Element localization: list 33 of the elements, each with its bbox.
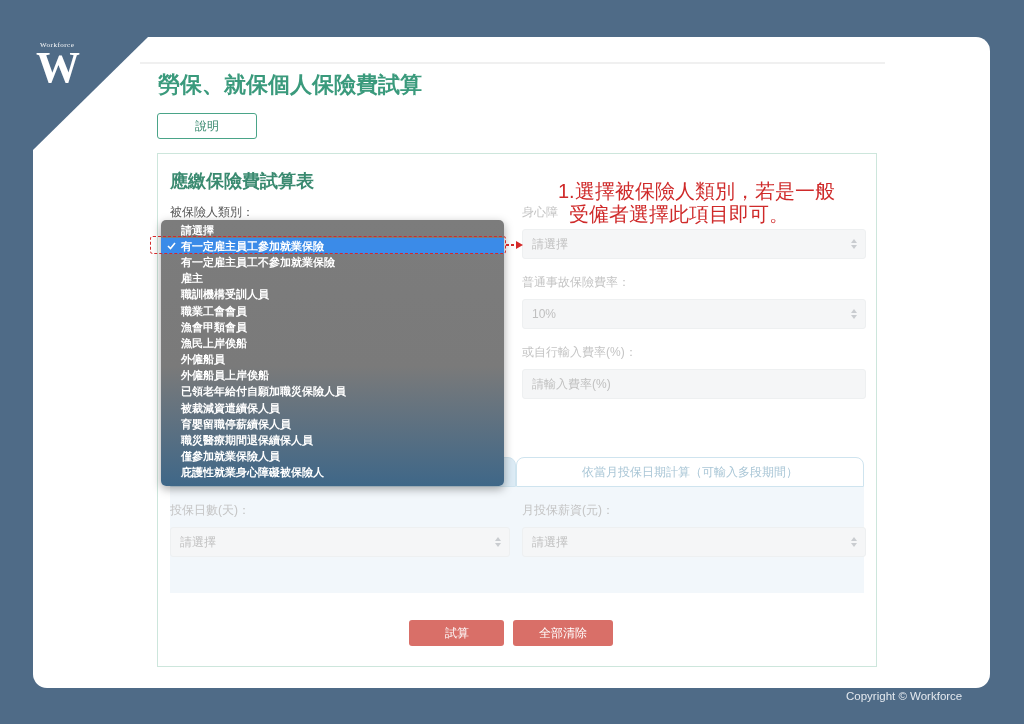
annotation-text: 1.選擇被保險人類別，若是一般 受僱者選擇此項目即可。 [558,180,835,226]
dropdown-option[interactable]: 庇護性就業身心障礙被保險人 [161,464,504,481]
dropdown-option[interactable]: 漁民上岸俟船 [161,335,504,352]
updown-icon [851,309,857,319]
dropdown-option[interactable]: 已領老年給付自願加職災保險人員 [161,383,504,401]
dropdown-option[interactable]: 職災醫療期間退保續保人員 [161,432,504,449]
dropdown-option[interactable]: 雇主 [161,270,504,287]
dropdown-option[interactable]: 外僱船員上岸俟船 [161,367,504,384]
field-label: 或自行輸入費率(%)： [522,345,637,360]
clear-button[interactable]: 全部清除 [513,620,613,646]
dropdown-option[interactable]: 外僱船員 [161,351,504,368]
page-title: 勞保、就保個人保險費試算 [158,71,422,99]
dropdown-option[interactable]: 請選擇 [161,222,504,239]
dropdown-option[interactable]: 育嬰留職停薪續保人員 [161,416,504,433]
copyright-text: Copyright © Workforce [846,690,963,702]
calculate-button[interactable]: 試算 [409,620,504,646]
field-label: 身心障 [522,205,558,220]
updown-icon [851,239,857,249]
help-button[interactable]: 說明 [157,113,257,139]
updown-icon [495,537,501,547]
dashed-arrow [506,240,524,250]
dropdown-option[interactable]: 職業工會會員 [161,302,504,320]
dropdown-option[interactable]: 職訓機構受訓人員 [161,286,504,303]
checkmark-icon [167,242,176,251]
dropdown-option[interactable]: 有一定雇主員工不參加就業保險 [161,254,504,271]
dropdown-option[interactable]: 漁會甲類會員 [161,319,504,336]
form-title: 應繳保險費試算表 [170,170,314,193]
dropdown-option[interactable]: 被裁減資遣續保人員 [161,400,504,417]
dropdown-option[interactable]: 僅參加就業保險人員 [161,448,504,465]
logo-letter: W [36,48,80,88]
updown-icon [851,537,857,547]
dropdown-option[interactable]: 有一定雇主員工參加就業保險 [161,238,504,255]
field-label: 被保險人類別： [170,205,254,220]
